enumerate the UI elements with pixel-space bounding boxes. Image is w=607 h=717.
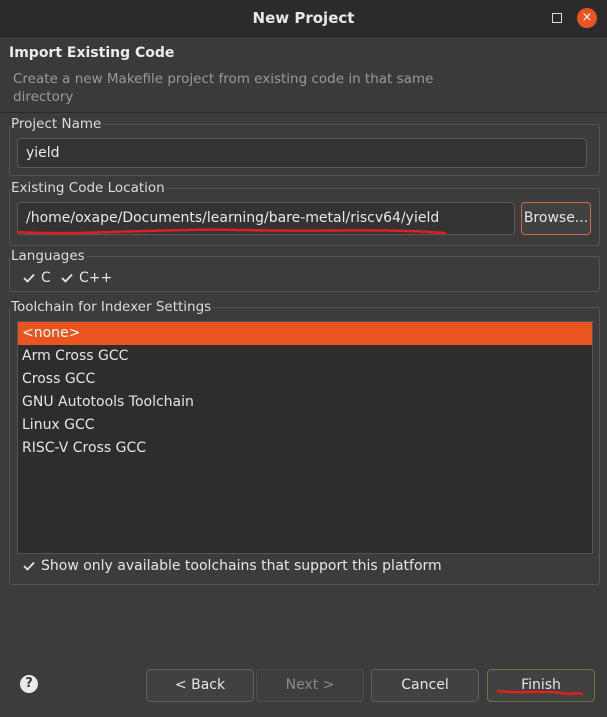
toolchain-list[interactable]: <none> Arm Cross GCC Cross GCC GNU Autot…: [17, 321, 593, 554]
browse-button[interactable]: Browse...: [521, 202, 591, 235]
toolchain-item-cross-gcc[interactable]: Cross GCC: [18, 368, 592, 391]
toolchain-label: Toolchain for Indexer Settings: [10, 299, 214, 315]
language-cpp-checkbox[interactable]: C++: [60, 270, 112, 286]
window-title: New Project: [252, 9, 355, 27]
cancel-button[interactable]: Cancel: [371, 669, 479, 702]
language-cpp-label: C++: [79, 270, 113, 286]
checkmark-icon: [22, 559, 36, 573]
next-button[interactable]: Next >: [256, 669, 364, 702]
toolchain-item-riscv-cross-gcc[interactable]: RISC-V Cross GCC: [18, 437, 592, 460]
maximize-icon[interactable]: [552, 13, 562, 23]
window-titlebar[interactable]: New Project ×: [0, 0, 607, 37]
project-name-input[interactable]: yield: [17, 138, 587, 168]
show-available-toolchains-label: Show only available toolchains that supp…: [41, 558, 442, 574]
toolchain-item-none[interactable]: <none>: [18, 322, 592, 345]
project-name-label: Project Name: [10, 116, 104, 132]
page-title: Import Existing Code: [9, 45, 175, 61]
finish-button[interactable]: Finish: [487, 669, 595, 702]
back-button[interactable]: < Back: [146, 669, 254, 702]
checkmark-icon: [22, 271, 36, 285]
language-c-checkbox[interactable]: C: [22, 270, 51, 286]
toolchain-item-arm-cross-gcc[interactable]: Arm Cross GCC: [18, 345, 592, 368]
code-location-input[interactable]: /home/oxape/Documents/learning/bare-meta…: [17, 202, 515, 235]
languages-label: Languages: [10, 248, 87, 264]
checkmark-icon: [60, 271, 74, 285]
page-description: Create a new Makefile project from exist…: [13, 71, 434, 105]
toolchain-item-linux-gcc[interactable]: Linux GCC: [18, 414, 592, 437]
code-location-label: Existing Code Location: [10, 180, 167, 196]
show-available-toolchains-checkbox[interactable]: Show only available toolchains that supp…: [22, 558, 442, 574]
wizard-header: Import Existing Code Create a new Makefi…: [0, 37, 607, 113]
language-c-label: C: [41, 270, 51, 286]
help-icon[interactable]: ?: [20, 675, 38, 693]
close-icon[interactable]: ×: [577, 8, 597, 28]
toolchain-item-gnu-autotools[interactable]: GNU Autotools Toolchain: [18, 391, 592, 414]
